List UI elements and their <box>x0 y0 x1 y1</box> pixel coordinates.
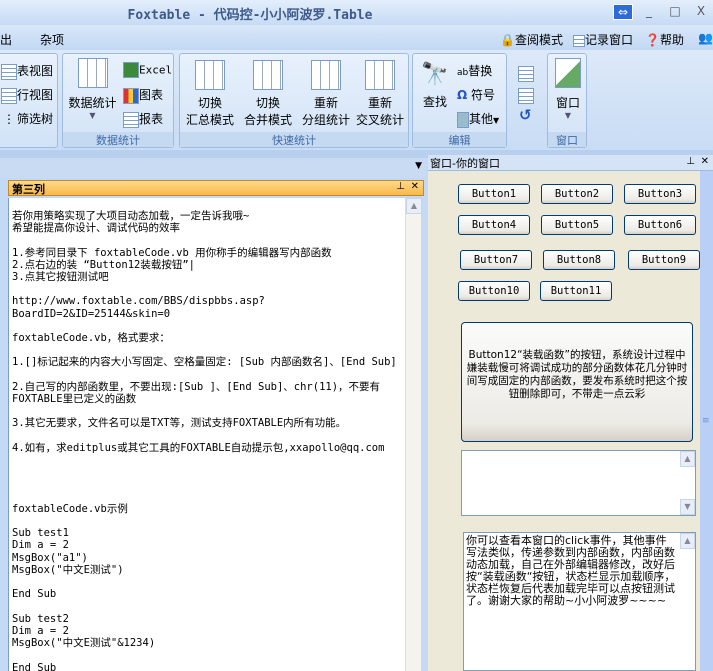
button1[interactable]: Button1 <box>458 184 530 204</box>
download-icon <box>457 111 469 128</box>
button11[interactable]: Button11 <box>540 281 612 301</box>
filter-tree-button[interactable]: ⋮ 筛选树 <box>1 110 53 128</box>
vertical-scrollbar[interactable]: ▲ <box>405 198 422 671</box>
button10[interactable]: Button10 <box>458 281 530 301</box>
excel-button[interactable]: Excel <box>123 62 172 78</box>
close-icon[interactable]: ✕ <box>701 156 709 167</box>
menu-bar: 出 杂项 🔒查阅模式 记录窗口 ❓帮助 👥 <box>0 25 713 50</box>
left-pane-bar: ▼ <box>0 158 426 178</box>
scroll-grip-icon[interactable]: ≡ <box>702 416 710 426</box>
chart-icon <box>123 87 139 104</box>
users-icon[interactable]: 👥 <box>698 31 713 45</box>
maximize-button[interactable]: □ <box>666 4 684 20</box>
merge-icon <box>253 60 283 90</box>
excel-icon <box>123 62 139 78</box>
symbol-button[interactable]: Ω 符号 <box>457 86 495 103</box>
close-icon[interactable]: ✕ <box>411 181 419 192</box>
report-button[interactable]: 报表 <box>123 110 163 128</box>
help-button[interactable]: ❓帮助 <box>645 31 684 48</box>
omega-icon: Ω <box>457 88 468 102</box>
cross-stats-button[interactable]: 重新 交叉统计 <box>352 60 408 128</box>
button4[interactable]: Button4 <box>458 215 530 235</box>
button9[interactable]: Button9 <box>628 250 700 270</box>
dropdown-icon[interactable]: ▼ <box>415 161 422 171</box>
scroll-down-icon[interactable]: ▼ <box>680 499 695 515</box>
button12-load-functions[interactable]: Button12“装载函数”的按钮，系统设计过程中嫌装载慢可将调试成功的部分函数… <box>461 322 693 442</box>
textbox2[interactable]: 你可以查看本窗口的click事件，其他事件写法类似，传递参数到内部函数，内部函数… <box>463 532 696 671</box>
read-mode-button[interactable]: 🔒查阅模式 <box>500 31 563 48</box>
group-window: 窗口 ▼ 窗口 <box>547 53 587 148</box>
button3[interactable]: Button3 <box>624 184 696 204</box>
button8[interactable]: Button8 <box>543 250 615 270</box>
button6[interactable]: Button6 <box>624 215 696 235</box>
log-window-button[interactable]: 记录窗口 <box>573 31 633 48</box>
row-view-button[interactable]: 行视图 <box>1 86 53 104</box>
table-view-button[interactable]: 表视图 <box>1 62 53 80</box>
ribbon: 表视图 行视图 ⋮ 筛选树 数据统计 ▼ Excel 图表 报表 数据统计 切换 汇总… <box>0 50 713 150</box>
data-stats-button[interactable]: 数据统计 ▼ <box>65 58 120 120</box>
button2[interactable]: Button2 <box>541 184 613 204</box>
scroll-up-icon[interactable]: ▲ <box>406 198 422 214</box>
scroll-up-icon[interactable]: ▲ <box>680 451 695 467</box>
group-edit: 🔭 查找 ab替换 Ω 符号 其他▼ ↺ 编辑 <box>412 53 534 148</box>
group-label: 编辑 <box>413 132 506 147</box>
group-view: 表视图 行视图 ⋮ 筛选树 <box>0 53 58 148</box>
menu-export[interactable]: 出 <box>0 31 12 48</box>
switch-summary-button[interactable]: 切换 汇总模式 <box>184 60 236 128</box>
title-bar: Foxtable - 代码控-小小阿波罗.Table ⇔ _ □ X <box>0 0 713 25</box>
window-button[interactable]: 窗口 ▼ <box>552 58 584 120</box>
switch-merge-button[interactable]: 切换 合并模式 <box>240 60 296 128</box>
grid-red-icon[interactable] <box>518 88 534 104</box>
cross-icon <box>365 60 395 90</box>
scroll-up-icon[interactable]: ▲ <box>680 533 695 549</box>
refresh-icon[interactable]: ↺ <box>519 106 532 124</box>
grid-small-icon[interactable] <box>518 66 534 82</box>
panel-scrollbar[interactable]: ≡ <box>700 171 713 671</box>
textbox1[interactable]: ▲ ▼ <box>461 450 696 516</box>
grid-icon <box>77 58 108 88</box>
table-icon <box>1 63 17 80</box>
log-icon <box>573 34 585 47</box>
regroup-stats-button[interactable]: 重新 分组统计 <box>298 60 354 128</box>
summary-icon <box>195 60 225 90</box>
menu-misc[interactable]: 杂项 <box>40 31 64 48</box>
button7[interactable]: Button7 <box>460 250 532 270</box>
column-header: 第三列 ⊥ ✕ <box>8 180 424 196</box>
report-icon <box>123 111 139 128</box>
code-text-area[interactable]: 若你用策略实现了大项目动态加载，一定告诉我哦~ 希望能提高你设计、调试代码的效率… <box>8 198 405 671</box>
close-button[interactable]: X <box>692 4 710 20</box>
button5[interactable]: Button5 <box>541 215 613 235</box>
window-title: Foxtable - 代码控-小小阿波罗.Table <box>127 8 373 23</box>
panel-title-bar: 窗口-你的窗口 ⊥ ✕ <box>428 155 713 171</box>
pin-icon[interactable]: ⊥ <box>686 156 695 167</box>
pin-icon[interactable]: ⊥ <box>396 181 405 192</box>
replace-icon: ab <box>457 68 469 78</box>
row-icon <box>1 87 17 104</box>
other-button[interactable]: 其他▼ <box>457 110 499 128</box>
group-quick: 切换 汇总模式 切换 合并模式 重新 分组统计 重新 交叉统计 快速统计 <box>179 53 409 148</box>
group-label: 窗口 <box>548 132 586 147</box>
find-button[interactable]: 🔭 查找 <box>417 62 453 110</box>
lock-icon: 🔒 <box>500 33 515 47</box>
group-label: 快速统计 <box>180 132 408 147</box>
help-icon: ❓ <box>645 33 660 47</box>
minimize-button[interactable]: _ <box>640 4 658 20</box>
group-label: 数据统计 <box>63 132 173 147</box>
chart-button[interactable]: 图表 <box>123 86 163 104</box>
group-stats-icon <box>311 60 341 90</box>
binoculars-icon: 🔭 <box>421 62 449 87</box>
group-stats: 数据统计 ▼ Excel 图表 报表 数据统计 <box>62 53 174 148</box>
window-icon <box>555 58 581 88</box>
restore-icon[interactable]: ⇔ <box>613 4 633 20</box>
replace-button[interactable]: ab替换 <box>457 62 492 79</box>
